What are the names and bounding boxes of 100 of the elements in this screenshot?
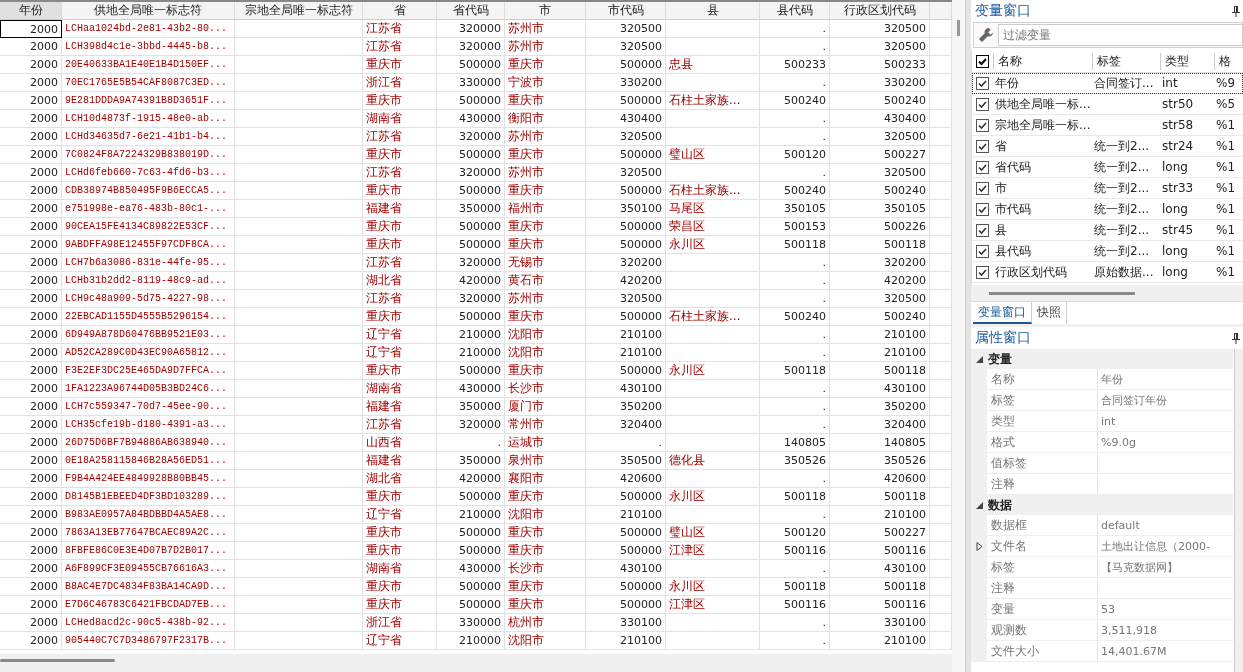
- table-cell[interactable]: 500226: [830, 218, 930, 236]
- variable-row[interactable]: 县 统一到2... str45 %1: [972, 220, 1243, 241]
- table-cell[interactable]: 重庆市: [505, 92, 586, 110]
- table-cell[interactable]: 2000: [0, 164, 62, 182]
- table-cell[interactable]: 350100: [586, 200, 666, 218]
- table-cell[interactable]: 330100: [586, 614, 666, 632]
- group-header[interactable]: 数据: [971, 495, 1233, 515]
- table-cell[interactable]: 长沙市: [505, 380, 586, 398]
- table-cell[interactable]: 210100: [830, 632, 930, 650]
- table-cell[interactable]: 70EC1765E5B54CAF8087C3ED...: [62, 74, 235, 92]
- table-cell[interactable]: .: [760, 38, 830, 56]
- table-cell[interactable]: [666, 506, 760, 524]
- table-cell[interactable]: LCH398d4c1e-3bbd-4445-b8...: [62, 38, 235, 56]
- table-cell[interactable]: [666, 416, 760, 434]
- table-cell[interactable]: [235, 488, 363, 506]
- table-cell[interactable]: .: [760, 128, 830, 146]
- table-cell[interactable]: 500000: [437, 146, 505, 164]
- column-header[interactable]: 县代码: [760, 2, 830, 20]
- wrench-icon[interactable]: [978, 27, 994, 43]
- table-cell[interactable]: 320000: [437, 290, 505, 308]
- table-cell[interactable]: 210100: [830, 344, 930, 362]
- table-cell[interactable]: 辽宁省: [363, 506, 437, 524]
- table-cell[interactable]: 永川区: [666, 236, 760, 254]
- column-header[interactable]: 市: [505, 2, 586, 20]
- table-cell[interactable]: 210100: [830, 506, 930, 524]
- table-cell[interactable]: .: [760, 470, 830, 488]
- table-cell[interactable]: [235, 452, 363, 470]
- table-cell[interactable]: [666, 254, 760, 272]
- table-cell[interactable]: 430000: [437, 110, 505, 128]
- table-cell[interactable]: 320500: [586, 128, 666, 146]
- property-row[interactable]: 文件名 土地出让信息（2000-: [971, 536, 1233, 557]
- table-cell[interactable]: [235, 182, 363, 200]
- table-cell[interactable]: 2000: [0, 524, 62, 542]
- column-header[interactable]: 标签: [1092, 52, 1160, 70]
- table-cell[interactable]: .: [760, 74, 830, 92]
- table-cell[interactable]: LCHed8acd2c-90c5-438b-92...: [62, 614, 235, 632]
- table-cell[interactable]: [235, 218, 363, 236]
- table-cell[interactable]: 320000: [437, 164, 505, 182]
- table-cell[interactable]: 泉州市: [505, 452, 586, 470]
- table-cell[interactable]: B983AE0957A84BDBBD4A5AE8...: [62, 506, 235, 524]
- table-cell[interactable]: 湖北省: [363, 470, 437, 488]
- property-row[interactable]: 标签 合同签订年份: [971, 390, 1233, 411]
- table-cell[interactable]: 2000: [0, 272, 62, 290]
- table-cell[interactable]: [235, 308, 363, 326]
- table-cell[interactable]: 350000: [437, 200, 505, 218]
- table-cell[interactable]: 江苏省: [363, 128, 437, 146]
- table-cell[interactable]: 500000: [586, 56, 666, 74]
- table-cell[interactable]: 210100: [586, 632, 666, 650]
- checkbox[interactable]: [976, 139, 989, 153]
- table-cell[interactable]: .: [760, 632, 830, 650]
- table-cell[interactable]: 0E18A258115846B28A56ED51...: [62, 452, 235, 470]
- table-cell[interactable]: 500120: [760, 524, 830, 542]
- table-cell[interactable]: 500000: [437, 182, 505, 200]
- property-row[interactable]: 观测数 3,511,918: [971, 620, 1233, 641]
- table-cell[interactable]: 330000: [437, 74, 505, 92]
- property-row[interactable]: 注释: [971, 474, 1233, 495]
- table-cell[interactable]: 500118: [830, 362, 930, 380]
- table-cell[interactable]: 320000: [437, 38, 505, 56]
- table-cell[interactable]: 500116: [760, 542, 830, 560]
- table-cell[interactable]: 沈阳市: [505, 632, 586, 650]
- property-row[interactable]: 注释: [971, 578, 1233, 599]
- table-cell[interactable]: 500000: [437, 488, 505, 506]
- table-cell[interactable]: 2000: [0, 254, 62, 272]
- table-cell[interactable]: 420200: [586, 272, 666, 290]
- table-cell[interactable]: B8AC4E7DC4834F83BA14CA9D...: [62, 578, 235, 596]
- table-cell[interactable]: [235, 74, 363, 92]
- table-cell[interactable]: [235, 362, 363, 380]
- table-cell[interactable]: 2000: [0, 470, 62, 488]
- table-cell[interactable]: [666, 434, 760, 452]
- table-cell[interactable]: 马尾区: [666, 200, 760, 218]
- table-cell[interactable]: 500118: [830, 236, 930, 254]
- table-cell[interactable]: .: [437, 434, 505, 452]
- table-cell[interactable]: .: [586, 434, 666, 452]
- table-cell[interactable]: 500000: [586, 218, 666, 236]
- table-cell[interactable]: 2000: [0, 92, 62, 110]
- checkbox[interactable]: [976, 265, 989, 279]
- table-cell[interactable]: 2000: [0, 398, 62, 416]
- table-cell[interactable]: 500000: [586, 308, 666, 326]
- table-cell[interactable]: [235, 614, 363, 632]
- table-cell[interactable]: .: [760, 416, 830, 434]
- table-cell[interactable]: 210000: [437, 326, 505, 344]
- table-cell[interactable]: 重庆市: [505, 218, 586, 236]
- variable-row[interactable]: 行政区划代码 原始数据... long %1: [972, 262, 1243, 283]
- table-cell[interactable]: [666, 380, 760, 398]
- table-cell[interactable]: [666, 128, 760, 146]
- table-cell[interactable]: 重庆市: [363, 308, 437, 326]
- table-cell[interactable]: .: [760, 20, 830, 38]
- table-cell[interactable]: [235, 416, 363, 434]
- variable-row[interactable]: 省 统一到2... str24 %1: [972, 136, 1243, 157]
- table-cell[interactable]: 浙江省: [363, 74, 437, 92]
- table-cell[interactable]: .: [760, 398, 830, 416]
- table-cell[interactable]: [666, 326, 760, 344]
- table-cell[interactable]: 2000: [0, 128, 62, 146]
- table-cell[interactable]: 500000: [437, 56, 505, 74]
- table-cell[interactable]: 2000: [0, 380, 62, 398]
- table-cell[interactable]: 430100: [830, 380, 930, 398]
- table-cell[interactable]: .: [760, 110, 830, 128]
- table-cell[interactable]: 320500: [830, 290, 930, 308]
- table-cell[interactable]: 350500: [586, 452, 666, 470]
- table-cell[interactable]: .: [760, 326, 830, 344]
